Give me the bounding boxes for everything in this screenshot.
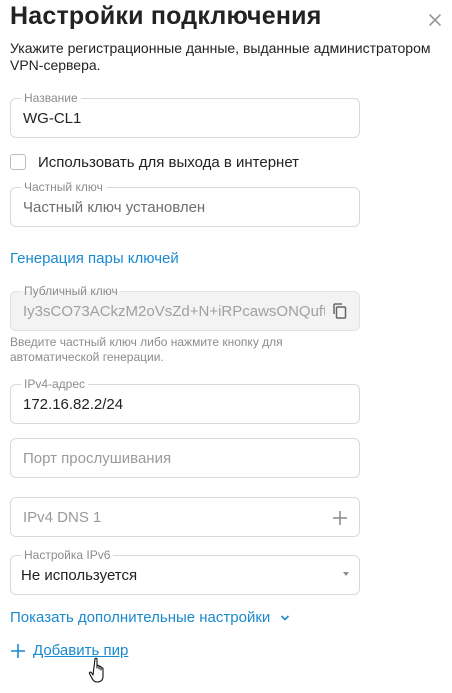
ipv4-label: IPv4-адрес <box>21 377 89 391</box>
name-field-value[interactable]: WG-CL1 <box>23 110 81 127</box>
chevron-down-icon[interactable] <box>280 614 290 622</box>
dialog-subtitle: Укажите регистрационные данные, выданные… <box>10 40 431 73</box>
ipv6-value[interactable]: Не используется <box>21 567 137 584</box>
dns-field[interactable]: IPv4 DNS 1 <box>10 497 360 537</box>
advanced-settings-label[interactable]: Показать дополнительные настройки <box>10 609 270 626</box>
generate-keys-link[interactable]: Генерация пары ключей <box>10 250 179 267</box>
close-icon[interactable] <box>426 11 444 29</box>
page-title: Настройки подключения <box>10 2 322 30</box>
public-key-hint: Введите частный ключ либо нажмите кнопку… <box>10 335 283 364</box>
private-key-label: Частный ключ <box>21 180 106 194</box>
ipv6-select[interactable]: Настройка IPv6 Не используется <box>10 548 360 595</box>
add-dns-icon[interactable] <box>331 509 349 527</box>
ipv4-field[interactable]: IPv4-адрес 172.16.82.2/24 <box>10 377 360 424</box>
dns-placeholder[interactable]: IPv4 DNS 1 <box>23 509 101 526</box>
copy-icon[interactable] <box>331 302 349 320</box>
listen-port-field[interactable]: Порт прослушивания <box>10 438 360 478</box>
advanced-settings-link[interactable]: Показать дополнительные настройки <box>10 609 290 626</box>
name-field-label: Название <box>21 91 81 105</box>
ipv6-label: Настройка IPv6 <box>21 548 114 562</box>
internet-checkbox[interactable] <box>10 154 26 170</box>
add-peer-button[interactable]: Добавить пир <box>10 642 128 659</box>
private-key-field[interactable]: Частный ключ Частный ключ установлен <box>10 180 360 227</box>
dropdown-caret-icon[interactable] <box>343 572 349 576</box>
name-field[interactable]: Название WG-CL1 <box>10 91 360 138</box>
add-peer-label[interactable]: Добавить пир <box>33 642 128 659</box>
hand-cursor-icon <box>88 657 104 683</box>
internet-checkbox-label[interactable]: Использовать для выхода в интернет <box>38 154 299 171</box>
private-key-value[interactable]: Частный ключ установлен <box>23 199 205 216</box>
internet-checkbox-row[interactable]: Использовать для выхода в интернет <box>10 152 299 172</box>
public-key-value: Iy3sCO73ACkzM2oVsZd+N+iRPcawsONQuftK4e <box>23 303 325 320</box>
listen-port-placeholder[interactable]: Порт прослушивания <box>23 450 171 467</box>
ipv4-value[interactable]: 172.16.82.2/24 <box>23 396 123 413</box>
public-key-field: Публичный ключ Iy3sCO73ACkzM2oVsZd+N+iRP… <box>10 284 360 331</box>
public-key-label: Публичный ключ <box>21 284 121 298</box>
plus-icon[interactable] <box>10 643 26 659</box>
